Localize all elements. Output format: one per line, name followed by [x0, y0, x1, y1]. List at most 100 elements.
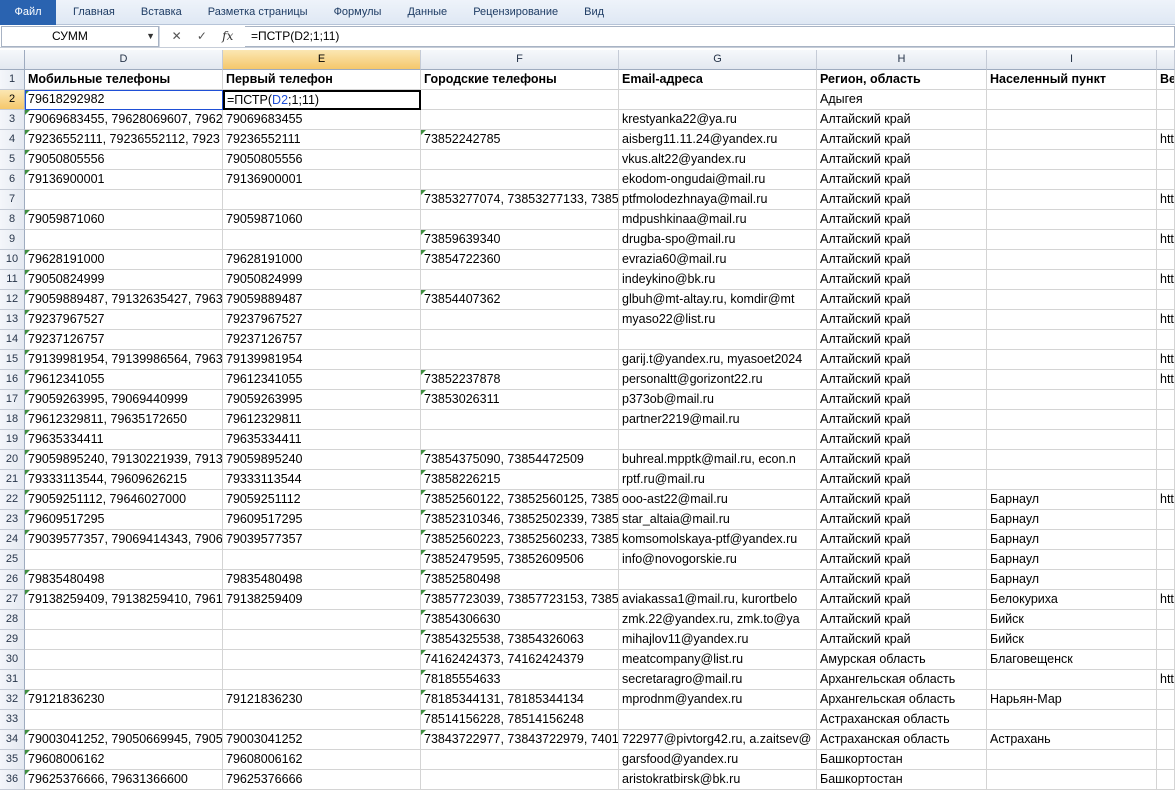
table-cell[interactable]: Адыгея: [817, 90, 987, 110]
table-cell[interactable]: ooo-ast22@mail.ru: [619, 490, 817, 510]
table-cell[interactable]: 79050805556: [25, 150, 223, 170]
table-cell[interactable]: mdpushkinaa@mail.ru: [619, 210, 817, 230]
row-header[interactable]: 2: [0, 90, 25, 110]
table-cell[interactable]: [421, 330, 619, 350]
row-header[interactable]: 17: [0, 390, 25, 410]
table-cell[interactable]: 79059251112: [223, 490, 421, 510]
table-cell[interactable]: 79050805556: [223, 150, 421, 170]
table-cell[interactable]: 78185344131, 78185344134: [421, 690, 619, 710]
table-cell[interactable]: 73854375090, 73854472509: [421, 450, 619, 470]
table-cell[interactable]: Барнаул: [987, 570, 1157, 590]
active-cell-editor[interactable]: =ПСТР(D2;1;11): [223, 90, 421, 110]
row-header[interactable]: 7: [0, 190, 25, 210]
table-cell[interactable]: 79069683455: [223, 110, 421, 130]
table-cell[interactable]: [987, 90, 1157, 110]
table-cell[interactable]: [1157, 410, 1175, 430]
table-cell[interactable]: Алтайский край: [817, 190, 987, 210]
table-cell[interactable]: 79333113544, 79609626215: [25, 470, 223, 490]
table-cell[interactable]: 73852310346, 73852502339, 7385: [421, 510, 619, 530]
table-cell[interactable]: Астраханская область: [817, 730, 987, 750]
table-cell[interactable]: [1157, 630, 1175, 650]
table-cell[interactable]: 79237126757: [25, 330, 223, 350]
table-cell[interactable]: Алтайский край: [817, 150, 987, 170]
table-cell[interactable]: [987, 750, 1157, 770]
row-header[interactable]: 24: [0, 530, 25, 550]
tab-data[interactable]: Данные: [394, 0, 460, 25]
header-cell[interactable]: Email-адреса: [619, 70, 817, 90]
column-header[interactable]: H: [817, 50, 987, 70]
row-header[interactable]: 21: [0, 470, 25, 490]
table-cell[interactable]: [421, 750, 619, 770]
table-cell[interactable]: [1157, 250, 1175, 270]
row-header[interactable]: 25: [0, 550, 25, 570]
table-cell[interactable]: [1157, 290, 1175, 310]
tab-file[interactable]: Файл: [0, 0, 56, 25]
table-cell[interactable]: [987, 370, 1157, 390]
table-cell[interactable]: evrazia60@mail.ru: [619, 250, 817, 270]
table-cell[interactable]: htt: [1157, 230, 1175, 250]
table-cell[interactable]: 79059251112, 79646027000: [25, 490, 223, 510]
table-cell[interactable]: Белокуриха: [987, 590, 1157, 610]
table-cell[interactable]: htt: [1157, 310, 1175, 330]
table-cell[interactable]: htt: [1157, 130, 1175, 150]
tab-review[interactable]: Рецензирование: [460, 0, 571, 25]
table-cell[interactable]: 79003041252: [223, 730, 421, 750]
row-header[interactable]: 35: [0, 750, 25, 770]
table-cell[interactable]: [987, 450, 1157, 470]
table-cell[interactable]: myaso22@list.ru: [619, 310, 817, 330]
table-cell[interactable]: 79039577357, 79069414343, 7906: [25, 530, 223, 550]
table-cell[interactable]: htt: [1157, 370, 1175, 390]
table-cell[interactable]: Бийск: [987, 610, 1157, 630]
header-cell[interactable]: Мобильные телефоны: [25, 70, 223, 90]
table-cell[interactable]: Астраханская область: [817, 710, 987, 730]
table-cell[interactable]: 79121836230: [223, 690, 421, 710]
table-cell[interactable]: 79237126757: [223, 330, 421, 350]
table-cell[interactable]: 79121836230: [25, 690, 223, 710]
table-cell[interactable]: [619, 710, 817, 730]
table-cell[interactable]: 79069683455, 79628069607, 7962: [25, 110, 223, 130]
table-cell[interactable]: [987, 410, 1157, 430]
table-cell[interactable]: aviakassa1@mail.ru, kurortbelo: [619, 590, 817, 610]
cancel-icon[interactable]: ✕: [172, 29, 182, 43]
table-cell[interactable]: 79609517295: [25, 510, 223, 530]
insert-function-icon[interactable]: fx: [222, 29, 233, 43]
column-header[interactable]: G: [619, 50, 817, 70]
table-cell[interactable]: [987, 710, 1157, 730]
table-cell[interactable]: 73854722360: [421, 250, 619, 270]
table-cell[interactable]: [987, 190, 1157, 210]
table-cell[interactable]: Башкортостан: [817, 770, 987, 790]
table-cell[interactable]: Алтайский край: [817, 330, 987, 350]
table-cell[interactable]: 73858226215: [421, 470, 619, 490]
column-header[interactable]: D: [25, 50, 223, 70]
row-header[interactable]: 6: [0, 170, 25, 190]
table-cell[interactable]: htt: [1157, 270, 1175, 290]
table-cell[interactable]: 73843722977, 73843722979, 7401: [421, 730, 619, 750]
table-cell[interactable]: 79612341055: [223, 370, 421, 390]
table-cell[interactable]: 79003041252, 79050669945, 7905: [25, 730, 223, 750]
row-header[interactable]: 3: [0, 110, 25, 130]
header-cell[interactable]: Регион, область: [817, 70, 987, 90]
table-cell[interactable]: [421, 210, 619, 230]
table-cell[interactable]: [1157, 170, 1175, 190]
table-cell[interactable]: Алтайский край: [817, 250, 987, 270]
row-header[interactable]: 30: [0, 650, 25, 670]
table-cell[interactable]: Барнаул: [987, 530, 1157, 550]
table-cell[interactable]: [619, 330, 817, 350]
table-cell[interactable]: [1157, 210, 1175, 230]
column-header[interactable]: E: [223, 50, 421, 70]
table-cell[interactable]: [987, 670, 1157, 690]
table-cell[interactable]: 73852560122, 73852560125, 7385: [421, 490, 619, 510]
row-header[interactable]: 29: [0, 630, 25, 650]
row-header[interactable]: 13: [0, 310, 25, 330]
row-header[interactable]: 36: [0, 770, 25, 790]
table-cell[interactable]: 73852237878: [421, 370, 619, 390]
table-cell[interactable]: [1157, 610, 1175, 630]
table-cell[interactable]: zmk.22@yandex.ru, zmk.to@ya: [619, 610, 817, 630]
table-cell[interactable]: 79612341055: [25, 370, 223, 390]
row-header[interactable]: 28: [0, 610, 25, 630]
table-cell[interactable]: Архангельская область: [817, 670, 987, 690]
table-cell[interactable]: Алтайский край: [817, 270, 987, 290]
table-cell[interactable]: 79237967527: [223, 310, 421, 330]
table-cell[interactable]: [1157, 90, 1175, 110]
table-cell[interactable]: Алтайский край: [817, 290, 987, 310]
